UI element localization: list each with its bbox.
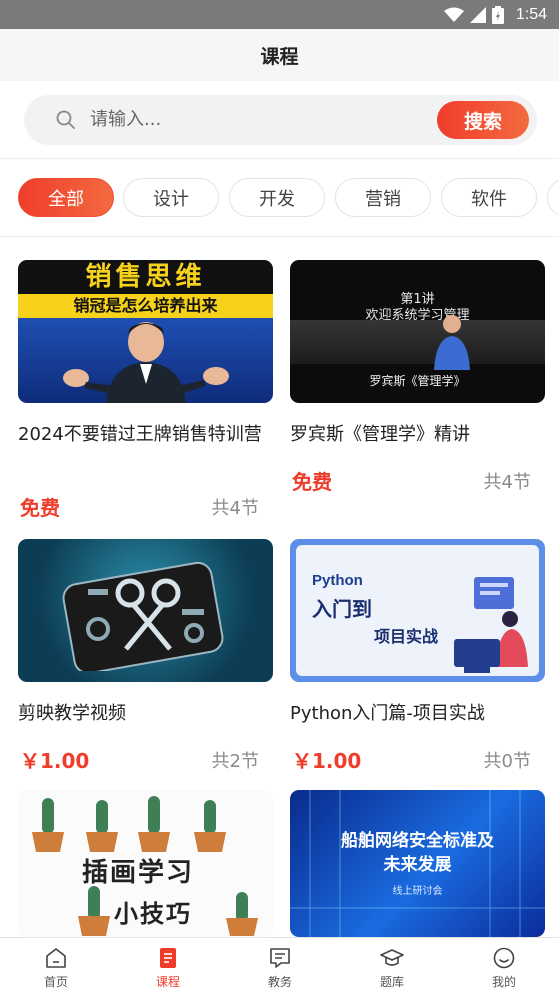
course-thumbnail[interactable]: 第1讲 欢迎系统学习管理 罗宾斯《管理学》	[290, 260, 545, 403]
course-card[interactable]: 销售思维 销冠是怎么培养出来 2024不要错过王牌销售特训营 免费 共4节	[18, 260, 273, 520]
search-section: 请输入... 搜索	[0, 81, 559, 159]
tab-develop[interactable]: 开发	[229, 178, 325, 217]
nav-question-bank[interactable]: 题库	[336, 938, 448, 996]
thumb-line3: 罗宾斯《管理学》	[369, 374, 466, 388]
course-price: ￥1.00	[20, 749, 90, 773]
nav-label: 课程	[155, 975, 180, 989]
thumb-line3: 线上研讨会	[392, 886, 443, 897]
thumb-line2: 入门到	[312, 597, 372, 621]
course-price: ￥1.00	[292, 749, 362, 773]
presenter-illustration	[63, 322, 229, 403]
course-lessons: 共4节	[483, 472, 531, 493]
course-card[interactable]: 船舶网络安全标准及 未来发展 线上研讨会	[290, 790, 545, 937]
course-card[interactable]: Python 入门到 项目实战 Python入门篇-项目实战 ￥1.00 共0节	[290, 539, 545, 773]
nav-label: 我的	[491, 975, 516, 989]
course-thumbnail[interactable]: 船舶网络安全标准及 未来发展 线上研讨会	[290, 790, 545, 937]
search-icon	[56, 110, 75, 129]
nav-course[interactable]: 课程	[112, 938, 224, 996]
thumb-headline: 销售思维	[18, 260, 273, 294]
tab-marketing[interactable]: 营销	[335, 178, 431, 217]
search-input[interactable]: 请输入...	[90, 95, 161, 145]
course-card[interactable]: 插画学习 小技巧	[18, 790, 273, 937]
bottom-navigation: 首页 课程 教务 题库 我的	[0, 937, 559, 995]
status-icons: 1:54	[443, 4, 547, 26]
wifi-icon	[443, 7, 464, 22]
thumb-line3: 项目实战	[374, 627, 439, 646]
smiley-icon	[493, 947, 515, 969]
search-button[interactable]: 搜索	[437, 101, 529, 139]
nav-mine[interactable]: 我的	[448, 938, 559, 996]
course-card[interactable]: 第1讲 欢迎系统学习管理 罗宾斯《管理学》 罗宾斯《管理学》精讲 免费 共4节	[290, 260, 545, 494]
course-title: 2024不要错过王牌销售特训营	[18, 424, 262, 445]
message-icon	[270, 948, 290, 968]
course-thumbnail[interactable]: 插画学习 小技巧	[18, 790, 273, 937]
tab-design[interactable]: 设计	[123, 178, 219, 217]
thumb-line1: 船舶网络安全标准及	[341, 831, 494, 851]
category-tabs: 全部 设计 开发 营销 软件	[0, 159, 559, 237]
course-lessons: 共2节	[211, 751, 259, 772]
tab-software[interactable]: 软件	[441, 178, 537, 217]
thumb-line1: Python	[312, 572, 363, 589]
course-thumbnail[interactable]	[18, 539, 273, 682]
signal-icon	[469, 7, 486, 23]
title-bar: 课程	[0, 29, 559, 81]
course-icon	[160, 948, 176, 968]
course-lessons: 共4节	[211, 498, 259, 519]
nav-label: 题库	[379, 975, 404, 989]
editing-tools-illustration	[62, 561, 224, 671]
course-lessons: 共0节	[483, 751, 531, 772]
nav-academic[interactable]: 教务	[224, 938, 336, 996]
course-price: 免费	[20, 496, 60, 520]
status-time: 1:54	[515, 6, 547, 23]
nav-home[interactable]: 首页	[0, 938, 112, 996]
thumb-line2: 小技巧	[114, 900, 192, 928]
course-price: 免费	[292, 470, 332, 494]
battery-icon	[491, 6, 504, 24]
thumb-line2: 未来发展	[383, 855, 452, 875]
search-box[interactable]: 请输入... 搜索	[24, 95, 537, 145]
course-grid: 销售思维 销冠是怎么培养出来 2024不要错过王牌销售特训营 免费 共4节 第1…	[0, 237, 559, 937]
nav-label: 首页	[43, 975, 68, 989]
home-icon	[46, 948, 66, 968]
course-thumbnail[interactable]: Python 入门到 项目实战	[290, 539, 545, 682]
developer-illustration	[454, 577, 528, 673]
status-bar: 1:54	[0, 0, 559, 29]
page-title: 课程	[260, 45, 299, 68]
tab-more[interactable]	[547, 178, 559, 217]
course-card[interactable]: 剪映教学视频 ￥1.00 共2节	[18, 539, 273, 773]
tab-all[interactable]: 全部	[18, 178, 114, 217]
course-thumbnail[interactable]: 销售思维 销冠是怎么培养出来	[18, 260, 273, 403]
thumb-subline: 销冠是怎么培养出来	[18, 294, 273, 318]
graduation-cap-icon	[380, 949, 404, 966]
nav-label: 教务	[267, 975, 292, 989]
lecturer-illustration	[434, 315, 470, 370]
thumb-line1: 插画学习	[82, 858, 195, 888]
